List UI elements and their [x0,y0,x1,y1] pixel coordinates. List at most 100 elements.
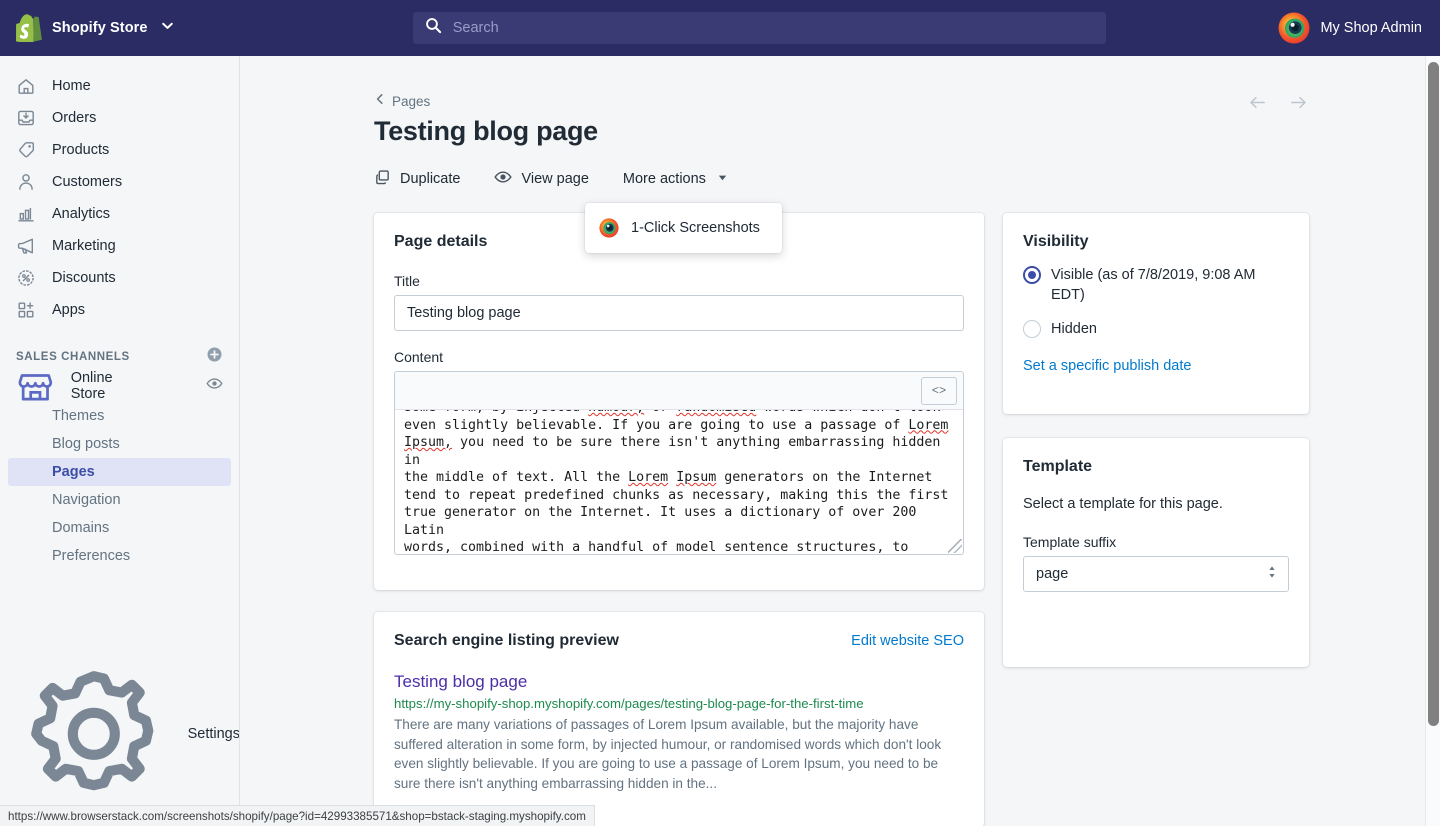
popover-item-label: 1-Click Screenshots [631,220,760,236]
sidebar-item-label: Home [52,78,91,94]
sidebar-item-discounts[interactable]: Discounts [8,262,231,294]
eye-icon [494,168,512,190]
topbar-store-section[interactable]: Shopify Store [0,14,240,42]
visibility-option-visible[interactable]: Visible (as of 7/8/2019, 9:08 AM EDT) [1023,265,1289,305]
sidebar-item-themes[interactable]: Themes [8,402,231,430]
sidebar-item-apps[interactable]: Apps [8,294,231,326]
sidebar-item-label: Marketing [52,238,116,254]
sidebar-item-label: Blog posts [52,436,120,452]
view-page-button[interactable]: View page [494,168,588,190]
eye-icon[interactable] [206,375,223,397]
template-card: Template Select a template for this page… [1003,438,1309,667]
vertical-scrollbar-track[interactable] [1425,56,1440,826]
sidebar-item-orders[interactable]: Orders [8,102,231,134]
browser-status-bar: https://www.browserstack.com/screenshots… [0,805,595,826]
seo-result-title[interactable]: Testing blog page [394,672,964,692]
edit-website-seo-link[interactable]: Edit website SEO [851,633,964,649]
chevron-left-icon [374,92,386,110]
top-bar: Shopify Store Search [0,0,1440,56]
record-pagination [1247,92,1309,118]
sidebar-item-label: Settings [188,726,240,742]
vertical-scrollbar-thumb[interactable] [1428,62,1439,726]
primary-nav: Home Orders Products Customers [0,56,239,326]
more-actions-button[interactable]: More actions [623,171,728,187]
product-tag-icon [16,140,36,160]
sidebar-item-analytics[interactable]: Analytics [8,198,231,230]
sidebar-item-home[interactable]: Home [8,70,231,102]
seo-preview-card: Search engine listing preview Edit websi… [374,612,984,826]
search-icon [425,17,442,39]
sidebar-item-label: Themes [52,408,104,424]
admin-name: My Shop Admin [1320,20,1422,36]
sidebar-item-label: Online Store [71,370,113,402]
apps-grid-plus-icon [16,300,36,320]
eye-avatar-icon [1278,12,1310,44]
title-input[interactable]: Testing blog page [394,295,964,331]
sidebar-item-label: Customers [52,174,122,190]
visibility-option-hidden[interactable]: Hidden [1023,319,1289,339]
sidebar-item-marketing[interactable]: Marketing [8,230,231,262]
set-publish-date-link[interactable]: Set a specific publish date [1023,358,1191,374]
sidebar-item-blog-posts[interactable]: Blog posts [8,430,231,458]
sidebar-item-label: Analytics [52,206,110,222]
breadcrumb[interactable]: Pages [374,92,430,110]
sidebar-item-label: Discounts [52,270,116,286]
sidebar-item-navigation[interactable]: Navigation [8,486,231,514]
customer-person-icon [16,172,36,192]
main-content: Pages Testing blog page Duplicate [241,56,1440,826]
sidebar-item-online-store[interactable]: Online Store [8,370,231,402]
sidebar-item-customers[interactable]: Customers [8,166,231,198]
title-field-label: Title [394,273,964,289]
seo-result-url: https://my-shopify-shop.myshopify.com/pa… [394,696,964,711]
sidebar-item-label: Apps [52,302,85,318]
arrow-right-icon[interactable] [1288,92,1309,118]
sales-channels-title: SALES CHANNELS [16,351,130,363]
radio-visible[interactable] [1023,266,1041,284]
show-html-button[interactable]: <> [921,377,957,405]
template-description: Select a template for this page. [1023,496,1289,512]
visibility-title: Visibility [1023,233,1289,251]
template-suffix-select[interactable]: page [1023,556,1289,592]
discount-percent-icon [16,268,36,288]
content-field-label: Content [394,349,964,365]
orders-inbox-icon [16,108,36,128]
content-textarea[interactable]: some form, by injected humour, or random… [395,410,963,554]
shopify-bag-icon [16,14,42,42]
search-area: Search [240,12,1278,44]
sidebar-item-pages[interactable]: Pages [8,458,231,486]
template-suffix-label: Template suffix [1023,534,1289,550]
status-url: https://www.browserstack.com/screenshots… [8,810,586,823]
arrow-left-icon[interactable] [1247,92,1268,118]
content-editor[interactable]: <> some form, by injected humour, or ran… [394,371,964,555]
sidebar-item-label: Navigation [52,492,121,508]
sidebar-item-domains[interactable]: Domains [8,514,231,542]
popover-item-1-click-screenshots[interactable]: 1-Click Screenshots [585,211,782,245]
sidebar-item-settings[interactable]: Settings [0,656,240,812]
more-actions-label: More actions [623,171,706,187]
page-actions: Duplicate View page More actions [374,168,728,190]
more-actions-popover: 1-Click Screenshots [585,203,782,253]
textarea-resize-handle[interactable] [948,539,962,553]
title-input-value: Testing blog page [407,305,521,321]
sidebar-item-products[interactable]: Products [8,134,231,166]
template-title: Template [1023,458,1289,476]
template-suffix-value: page [1036,566,1068,582]
search-placeholder: Search [453,20,499,36]
caret-down-icon [717,171,728,187]
editor-toolbar: <> [395,372,963,410]
content-text: some form, by injected humour, or random… [404,410,954,554]
sidebar-item-preferences[interactable]: Preferences [8,542,231,570]
seo-card-header: Search engine listing preview Edit websi… [394,632,964,650]
plus-circle-icon[interactable] [206,346,223,368]
home-icon [16,76,36,96]
search-input[interactable]: Search [413,12,1106,44]
select-stepper-icon [1266,563,1278,585]
radio-hidden[interactable] [1023,320,1041,338]
topbar-account[interactable]: My Shop Admin [1278,12,1440,44]
seo-card-title: Search engine listing preview [394,632,619,650]
radio-visible-label: Visible (as of 7/8/2019, 9:08 AM EDT) [1051,265,1289,305]
marketing-megaphone-icon [16,236,36,256]
duplicate-button[interactable]: Duplicate [374,169,460,190]
chevron-down-icon[interactable] [161,19,174,37]
page-details-card: Page details Title Testing blog page Con… [374,213,984,590]
